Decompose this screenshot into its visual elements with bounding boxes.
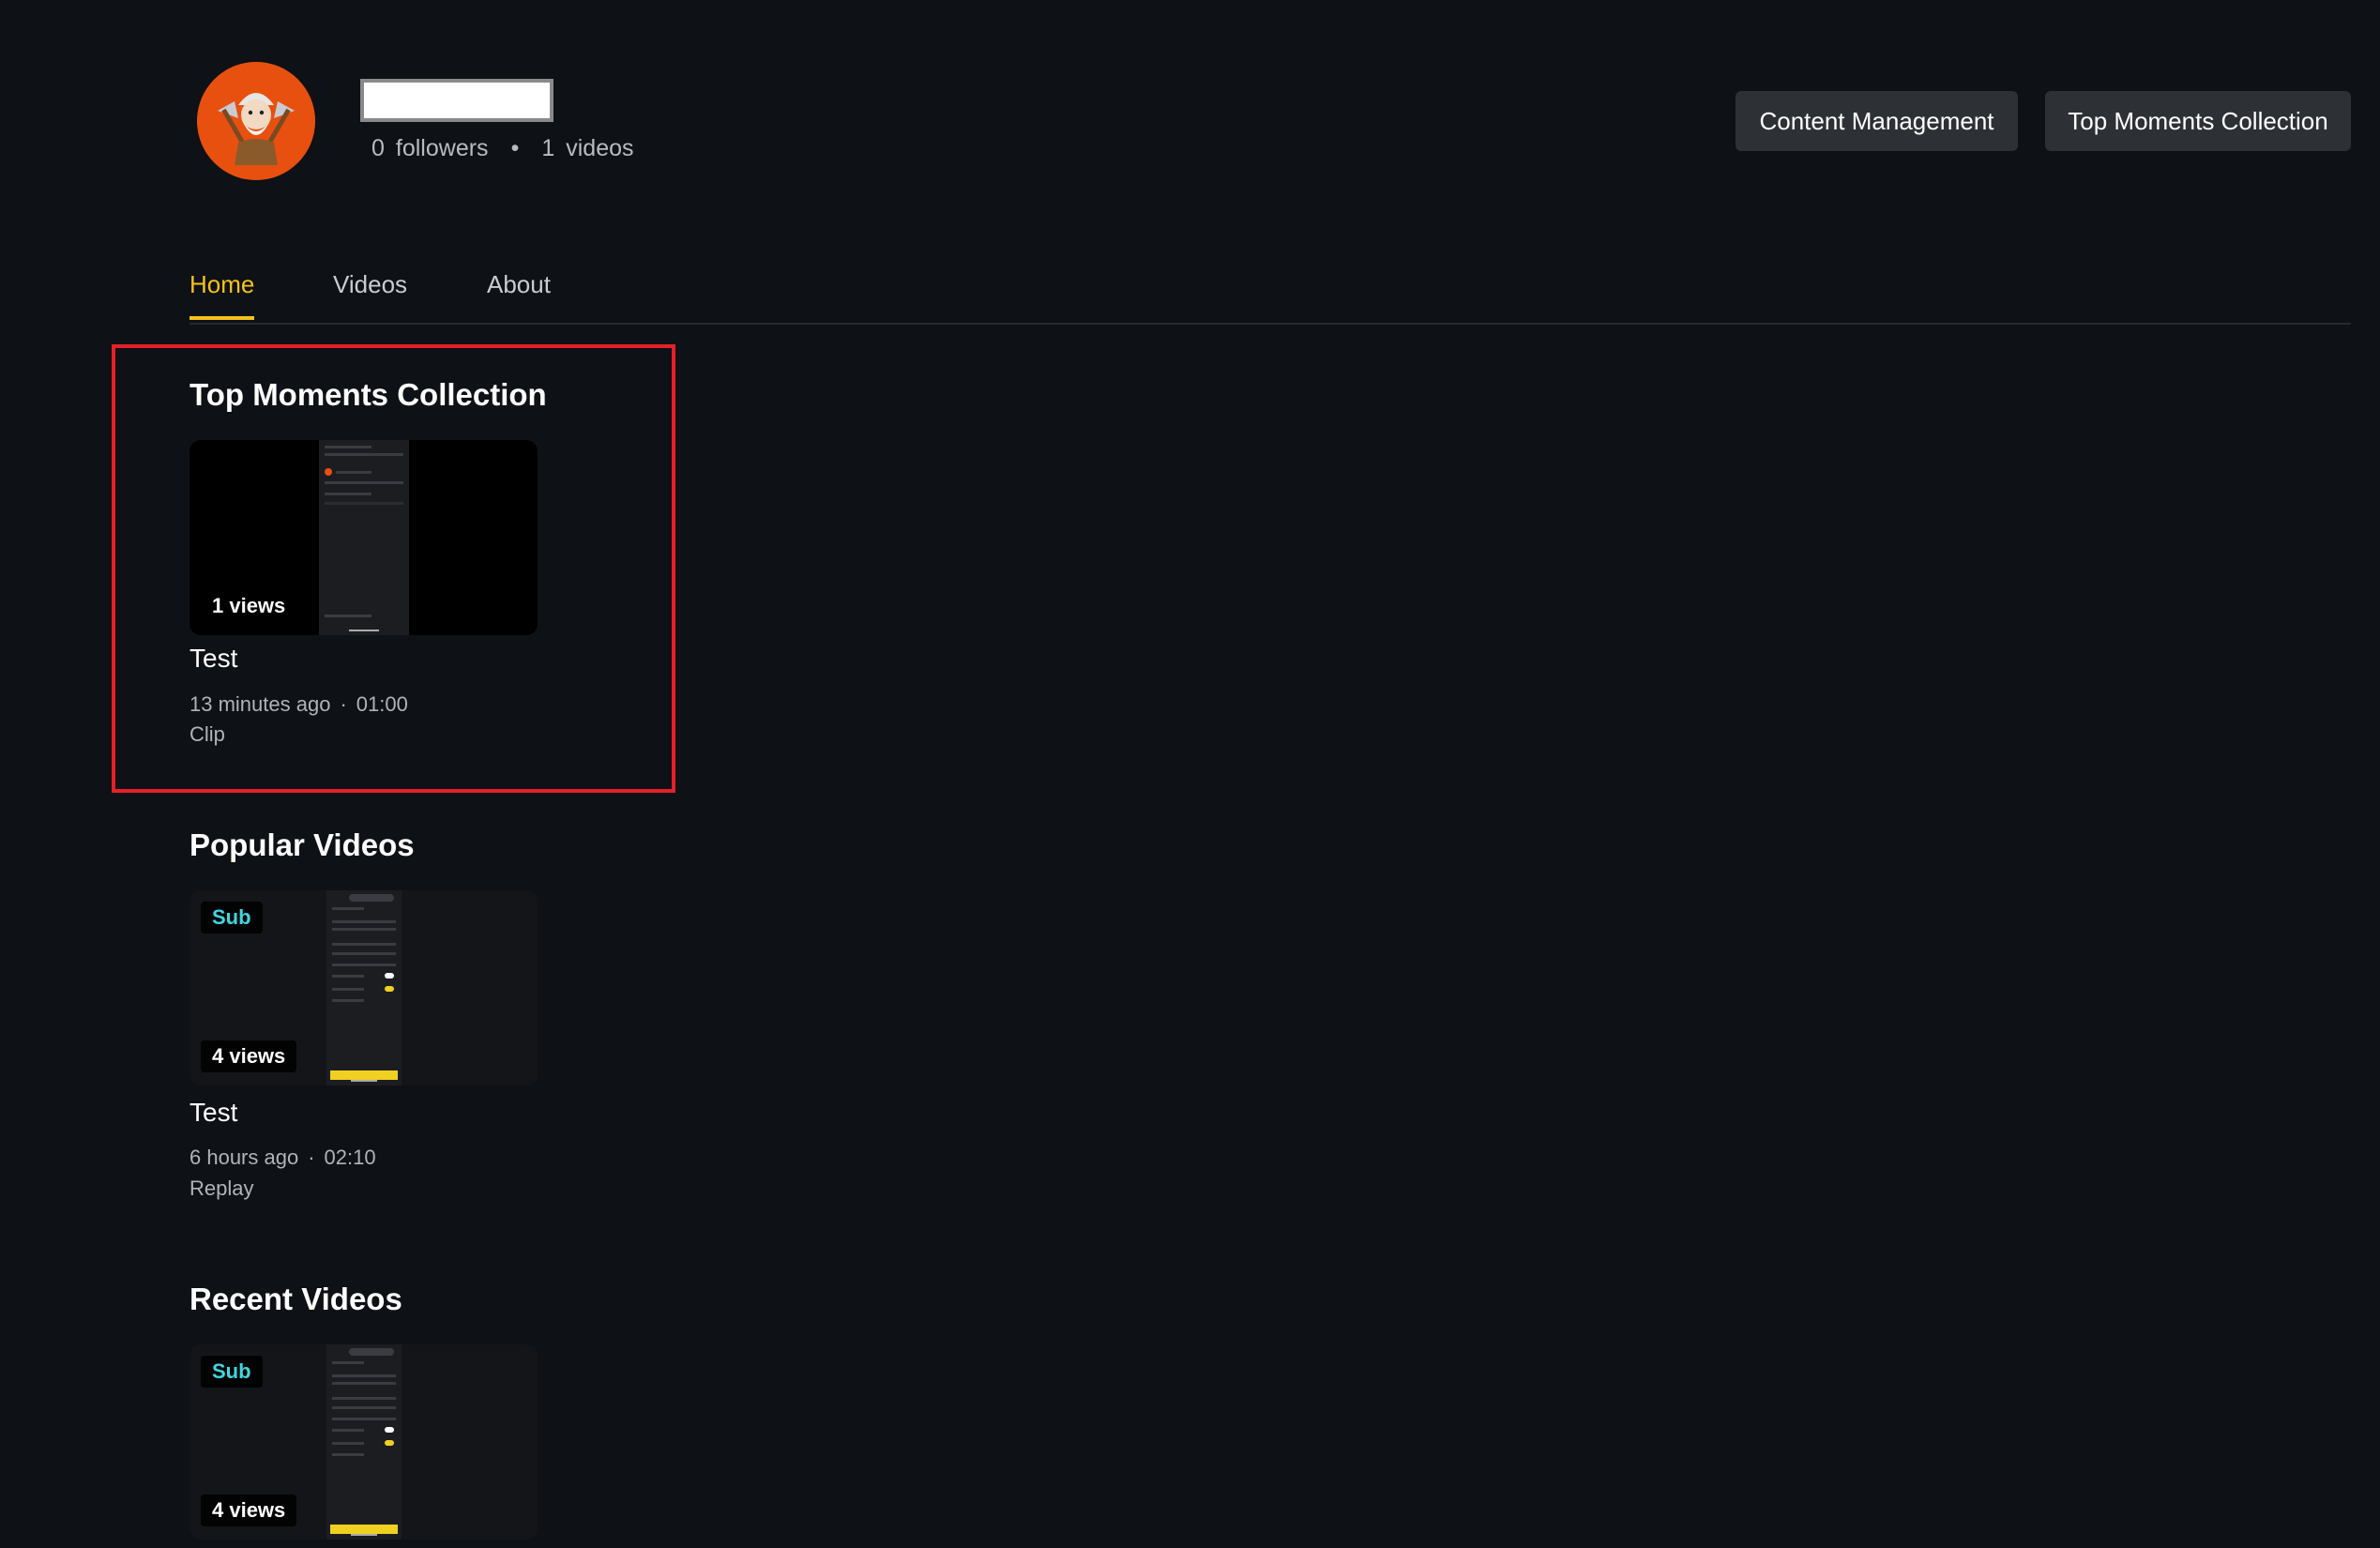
sub-badge: Sub bbox=[201, 1356, 263, 1388]
phone-screenshot-preview bbox=[319, 440, 409, 635]
popular-video-meta: 6 hours ago · 02:10 bbox=[189, 1146, 376, 1170]
top-moments-section-title: Top Moments Collection bbox=[189, 377, 547, 412]
content-management-button[interactable]: Content Management bbox=[1736, 91, 2018, 151]
channel-page: 0 followers • 1 videos Content Management To… bbox=[0, 0, 2380, 1548]
popular-video-title[interactable]: Test bbox=[189, 1098, 237, 1128]
followers-count: 0 bbox=[371, 135, 385, 161]
top-moments-video-meta: 13 minutes ago · 01:00 bbox=[189, 692, 408, 717]
recent-videos-section-title: Recent Videos bbox=[189, 1282, 402, 1316]
top-moments-video-title[interactable]: Test bbox=[189, 644, 237, 674]
popular-video-thumbnail[interactable]: Sub 4 views bbox=[189, 890, 538, 1085]
videos-count: 1 bbox=[541, 135, 555, 161]
popular-videos-section-title: Popular Videos bbox=[189, 827, 415, 862]
tab-videos[interactable]: Videos bbox=[333, 270, 407, 316]
phone-screenshot-preview bbox=[326, 890, 402, 1085]
tab-home[interactable]: Home bbox=[189, 270, 255, 320]
viking-warrior-avatar-icon bbox=[197, 62, 315, 180]
channel-name-redacted bbox=[360, 79, 553, 122]
stats-separator: • bbox=[510, 135, 520, 161]
video-age: 13 minutes ago bbox=[189, 692, 331, 716]
views-badge: 4 views bbox=[201, 1040, 297, 1072]
video-duration: 02:10 bbox=[324, 1146, 376, 1169]
channel-tabs: Home Videos About bbox=[189, 265, 2351, 325]
phone-screenshot-preview bbox=[326, 1344, 402, 1540]
video-age: 6 hours ago bbox=[189, 1146, 299, 1169]
top-moments-collection-button[interactable]: Top Moments Collection bbox=[2045, 91, 2351, 151]
sub-badge: Sub bbox=[201, 902, 263, 933]
meta-separator: · bbox=[308, 1146, 315, 1169]
tab-about[interactable]: About bbox=[487, 270, 551, 316]
popular-video-type: Replay bbox=[189, 1176, 254, 1200]
followers-label: followers bbox=[395, 135, 489, 161]
recent-video-thumbnail[interactable]: Sub 4 views bbox=[189, 1344, 538, 1540]
videos-label: videos bbox=[566, 135, 634, 161]
views-badge: 1 views bbox=[201, 590, 297, 622]
top-moments-video-thumbnail[interactable]: 1 views bbox=[189, 440, 538, 635]
channel-avatar[interactable] bbox=[197, 62, 315, 180]
top-moments-video-type: Clip bbox=[189, 722, 225, 746]
channel-stats: 0 followers • 1 videos bbox=[371, 135, 634, 162]
views-badge: 4 views bbox=[201, 1495, 297, 1526]
video-duration: 01:00 bbox=[356, 692, 408, 716]
meta-separator: · bbox=[340, 692, 347, 716]
